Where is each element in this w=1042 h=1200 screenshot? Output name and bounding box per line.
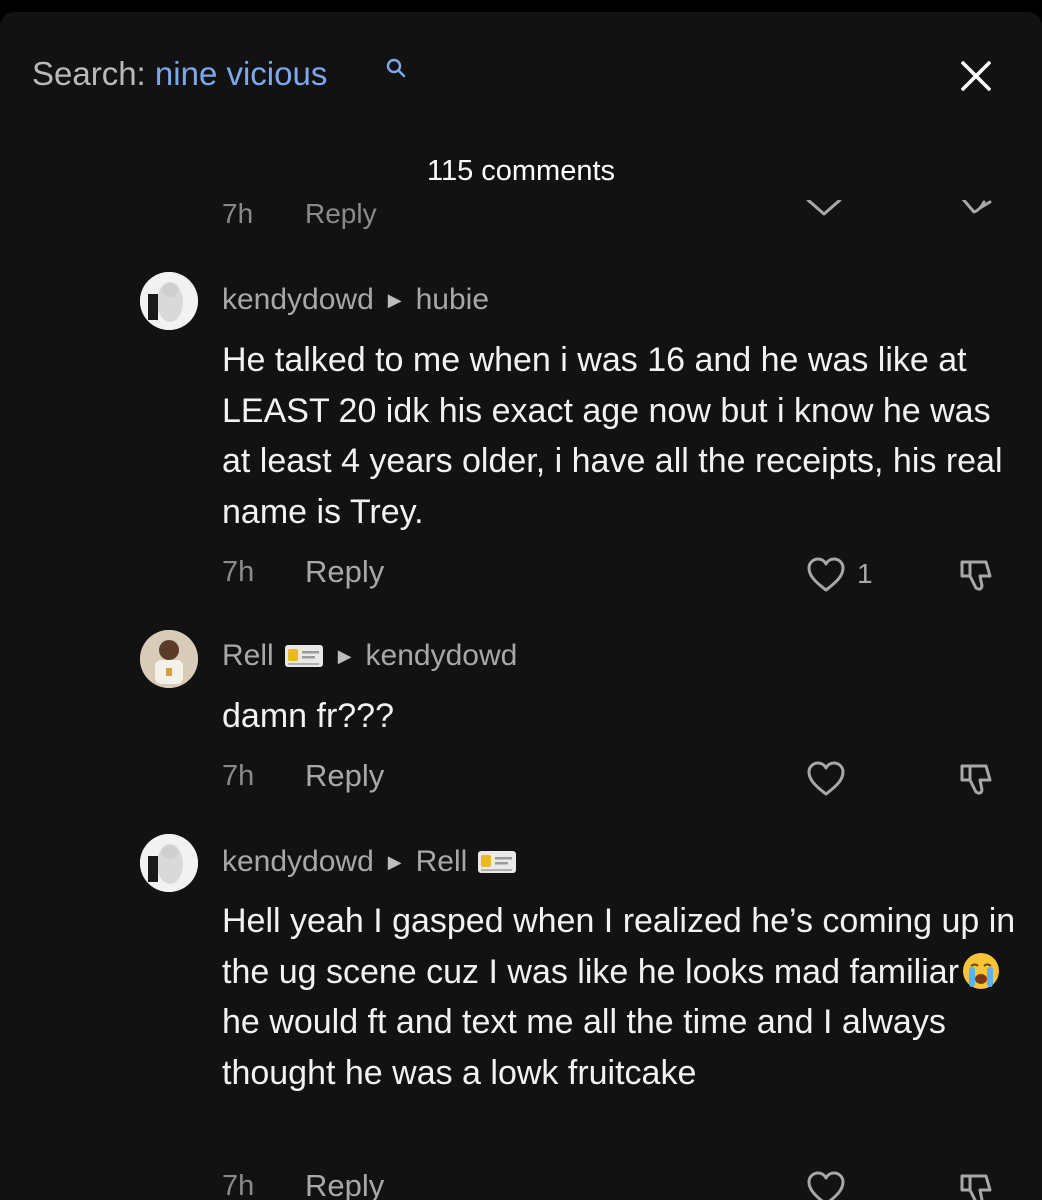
id-card-badge-icon	[284, 645, 323, 667]
reply-arrow-icon: ▶	[337, 646, 352, 666]
comment-actions: 7h Reply	[0, 1168, 1042, 1200]
reply-button[interactable]: Reply	[305, 1168, 384, 1200]
search-label: Search:	[32, 55, 155, 92]
partial-time: 7h	[222, 200, 254, 229]
avatar-image	[140, 834, 198, 892]
comment-text-part-1: Hell yeah I gasped when I realized he’s …	[222, 902, 1016, 991]
partial-comment-actions: 7h Reply	[0, 200, 1042, 236]
comment-time: 7h	[222, 760, 255, 792]
partial-reply-button[interactable]: Reply	[305, 200, 377, 230]
loudly-crying-face-emoji-icon	[963, 952, 1000, 989]
heart-icon[interactable]	[804, 758, 848, 800]
comment-actions: 7h Reply 1	[0, 554, 1042, 598]
close-icon[interactable]	[954, 54, 998, 98]
search-query[interactable]: Search: nine vicious	[32, 54, 327, 94]
avatar[interactable]	[140, 834, 198, 892]
dislike-icon[interactable]	[954, 758, 998, 800]
comment-time: 7h	[222, 1170, 255, 1200]
comment-meta: Rell ▶ kendydowd	[222, 638, 517, 674]
reply-to-user[interactable]: Rell	[416, 844, 468, 880]
comment-actions: 7h Reply	[0, 758, 1042, 802]
reply-button[interactable]: Reply	[305, 758, 384, 794]
dislike-icon[interactable]	[954, 1168, 998, 1200]
comment-text: He talked to me when i was 16 and he was…	[222, 341, 1003, 531]
reply-button[interactable]: Reply	[305, 554, 384, 590]
comment-count: 115 comments	[426, 155, 616, 187]
search-term[interactable]: nine vicious	[155, 55, 327, 92]
like-count: 1	[857, 558, 873, 589]
comment-time: 7h	[222, 556, 255, 588]
reply-to-user[interactable]: hubie	[416, 282, 489, 318]
avatar-image	[140, 630, 198, 688]
comment-meta: kendydowd ▶ hubie	[222, 282, 489, 318]
search-icon[interactable]	[384, 56, 408, 80]
dislike-icon[interactable]	[956, 200, 996, 222]
comment-text: damn fr???	[222, 697, 394, 735]
comment-author[interactable]: kendydowd	[222, 282, 374, 318]
dislike-icon[interactable]	[954, 554, 998, 596]
reply-arrow-icon: ▶	[387, 852, 402, 872]
like-icon[interactable]	[804, 200, 844, 222]
avatar-image	[140, 272, 198, 330]
comment-author[interactable]: Rell	[222, 638, 274, 674]
comments-panel: Search: nine vicious 115 comments 7h Rep…	[0, 12, 1042, 1200]
heart-icon[interactable]	[804, 554, 848, 596]
comment-text: Hell yeah I gasped when I realized he’s …	[222, 896, 1022, 1098]
comment-author[interactable]: kendydowd	[222, 844, 374, 880]
avatar[interactable]	[140, 272, 198, 330]
reply-arrow-icon: ▶	[387, 290, 402, 310]
avatar[interactable]	[140, 630, 198, 688]
comment-text-part-2: he would ft and text me all the time and…	[222, 1003, 946, 1092]
comment-meta: kendydowd ▶ Rell	[222, 844, 517, 880]
reply-to-user[interactable]: kendydowd	[366, 638, 518, 674]
heart-icon[interactable]	[804, 1168, 848, 1200]
id-card-badge-icon	[478, 851, 517, 873]
